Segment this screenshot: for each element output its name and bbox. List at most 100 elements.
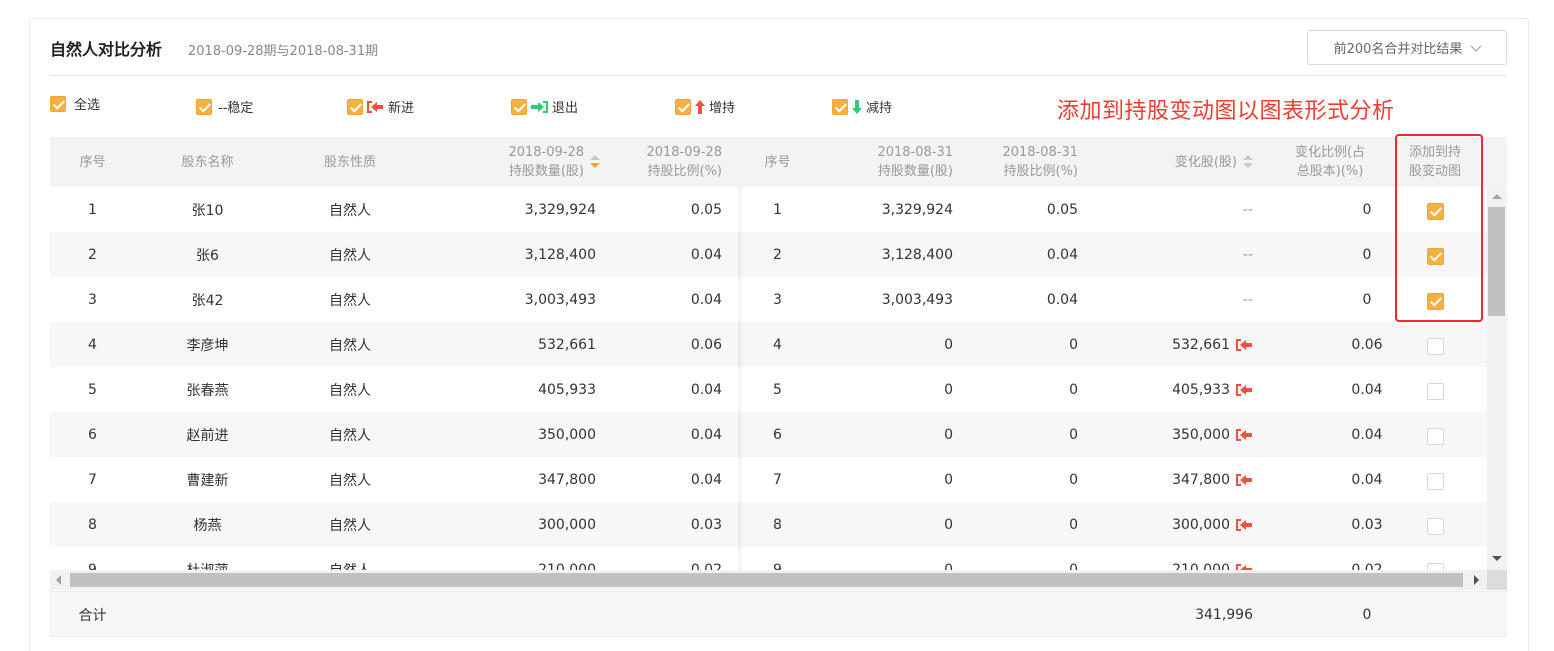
scroll-right-icon[interactable] <box>1474 575 1479 585</box>
checkbox-increase[interactable] <box>675 98 691 115</box>
cell-ratio-b: 0.04 <box>965 277 1078 322</box>
cell-change-text: 405,933 <box>1172 381 1230 398</box>
cell-qty-a: 3,128,400 <box>450 232 596 277</box>
cell-ratio-a: 0.04 <box>610 277 722 322</box>
table-row[interactable]: 1 张10 自然人 3,329,924 0.05 1 3,329,924 0.05 -- 0 <box>50 187 1487 232</box>
cell-add-chart <box>1395 457 1475 502</box>
col-nature: 股东性质 <box>323 154 376 170</box>
checkbox-all[interactable] <box>50 95 66 112</box>
cell-name: 杨燕 <box>135 502 280 547</box>
cell-seq-b-text: 5 <box>773 381 782 398</box>
exit-icon <box>531 100 548 114</box>
filter-stable-label: --稳定 <box>218 101 254 116</box>
col-qty-b-line2: 持股数量(股) <box>877 164 953 179</box>
new-entry-icon <box>1236 338 1253 352</box>
scroll-left-icon[interactable] <box>56 575 61 585</box>
filter-stable[interactable]: --稳定 <box>196 97 253 116</box>
table-row[interactable]: 8 杨燕 自然人 300,000 0.03 8 0 0 300,000 0.03 <box>50 502 1487 547</box>
add-to-chart-checkbox[interactable] <box>1426 292 1444 310</box>
table-row[interactable]: 2 张6 自然人 3,128,400 0.04 2 3,128,400 0.04 -- 0 <box>50 232 1487 277</box>
add-to-chart-checkbox[interactable] <box>1426 427 1444 445</box>
cell-seq-text: 2 <box>88 246 97 263</box>
add-to-chart-checkbox[interactable] <box>1426 202 1444 220</box>
col-qty-a[interactable]: 2018-09-28 持股数量(股) <box>450 137 600 187</box>
add-to-chart-checkbox[interactable] <box>1426 472 1444 490</box>
filter-increase[interactable]: 增持 <box>675 97 735 116</box>
cell-qty-b: 0 <box>810 547 953 571</box>
vertical-scrollbar[interactable] <box>1487 187 1507 570</box>
cell-change-text: -- <box>1242 246 1253 263</box>
cell-seq-text: 1 <box>88 201 97 218</box>
table-row[interactable]: 7 曹建新 自然人 347,800 0.04 7 0 0 347,800 0.04 <box>50 457 1487 502</box>
header-scroll-gutter <box>1487 137 1507 187</box>
filter-decrease[interactable]: 减持 <box>832 97 892 116</box>
add-to-chart-checkbox[interactable] <box>1426 517 1444 535</box>
cell-seq-b-text: 2 <box>773 246 782 263</box>
cell-ratio-a-text: 0.03 <box>690 516 722 533</box>
cell-seq: 8 <box>50 502 135 547</box>
add-to-chart-checkbox[interactable] <box>1426 382 1444 400</box>
cell-seq: 5 <box>50 367 135 412</box>
table-header: 序号 股东名称 股东性质 2018-09-28 持股数量(股) 2018-09-2… <box>50 137 1487 187</box>
checkbox-new[interactable] <box>347 98 363 115</box>
cell-ratio-b-text: 0.05 <box>1046 201 1078 218</box>
cell-change-ratio-text: 0.02 <box>1351 561 1383 571</box>
cell-add-chart <box>1395 502 1475 547</box>
cell-seq-text: 4 <box>88 336 97 353</box>
col-ratio-a-line2: 持股比例(%) <box>647 164 723 179</box>
col-qty-b: 2018-08-31 持股数量(股) <box>810 137 953 187</box>
scroll-up-icon[interactable] <box>1492 194 1502 199</box>
horizontal-scroll-thumb[interactable] <box>70 573 1463 587</box>
total-change: 341,996 <box>1195 607 1253 623</box>
cell-name-text: 张42 <box>191 292 224 309</box>
cell-nature-text: 自然人 <box>329 247 371 264</box>
cell-qty-b: 3,128,400 <box>810 232 953 277</box>
header-divider <box>50 75 1507 76</box>
annotation-text: 添加到持股变动图以图表形式分析 <box>1057 99 1395 124</box>
cell-ratio-b-text: 0 <box>1069 336 1078 353</box>
new-entry-icon <box>1236 383 1253 397</box>
cell-change-text: 300,000 <box>1172 516 1230 533</box>
filter-new[interactable]: 新进 <box>347 97 414 116</box>
filter-exit[interactable]: 退出 <box>511 97 578 116</box>
add-to-chart-checkbox[interactable] <box>1426 562 1444 570</box>
checkbox-decrease[interactable] <box>832 98 848 115</box>
table-row[interactable]: 3 张42 自然人 3,003,493 0.04 3 3,003,493 0.04 -- 0 <box>50 277 1487 322</box>
cell-ratio-a: 0.04 <box>610 367 722 412</box>
cell-nature-text: 自然人 <box>329 202 371 219</box>
cell-name: 李彦坤 <box>135 322 280 367</box>
table-row[interactable]: 4 李彦坤 自然人 532,661 0.06 4 0 0 532,661 0.06 <box>50 322 1487 367</box>
cell-qty-b: 3,003,493 <box>810 277 953 322</box>
cell-qty-b-text: 0 <box>944 336 953 353</box>
table-row[interactable]: 5 张春燕 自然人 405,933 0.04 5 0 0 405,933 0.04 <box>50 367 1487 412</box>
cell-ratio-a-text: 0.05 <box>690 201 722 218</box>
cell-qty-b: 3,329,924 <box>810 187 953 232</box>
cell-add-chart <box>1395 277 1475 322</box>
filter-all[interactable]: 全选 <box>50 94 100 113</box>
col-change[interactable]: 变化股(股) <box>1110 137 1253 187</box>
vertical-scroll-thumb[interactable] <box>1488 207 1505 316</box>
cell-ratio-b-text: 0.04 <box>1046 246 1078 263</box>
cell-name-text: 张10 <box>191 202 224 219</box>
table-row[interactable]: 9 杜淑萍 自然人 210,000 0.02 9 0 0 210,000 0.02 <box>50 547 1487 570</box>
cell-qty-a-text: 300,000 <box>538 516 596 533</box>
col-add-chart: 添加到持 股变动图 <box>1395 137 1475 187</box>
arrow-up-icon <box>695 99 705 114</box>
sort-icon[interactable] <box>590 154 600 170</box>
add-to-chart-checkbox[interactable] <box>1426 337 1444 355</box>
col-name: 股东名称 <box>181 154 234 170</box>
horizontal-scrollbar[interactable] <box>50 570 1487 590</box>
table-row[interactable]: 6 赵前进 自然人 350,000 0.04 6 0 0 350,000 0.04 <box>50 412 1487 457</box>
cell-qty-a-text: 210,000 <box>538 561 596 571</box>
scroll-down-icon[interactable] <box>1492 556 1502 561</box>
compare-mode-dropdown[interactable]: 前200名合并对比结果 <box>1307 30 1507 65</box>
add-to-chart-checkbox[interactable] <box>1426 247 1444 265</box>
total-label: 合计 <box>78 608 107 624</box>
checkbox-stable[interactable] <box>196 98 212 115</box>
cell-seq-text: 3 <box>88 291 97 308</box>
cell-ratio-a-text: 0.04 <box>690 381 722 398</box>
checkbox-exit[interactable] <box>511 98 527 115</box>
cell-name: 张10 <box>135 187 280 232</box>
sort-icon[interactable] <box>1243 154 1253 170</box>
holdings-table: 序号 股东名称 股东性质 2018-09-28 持股数量(股) 2018-09-2… <box>50 137 1487 570</box>
